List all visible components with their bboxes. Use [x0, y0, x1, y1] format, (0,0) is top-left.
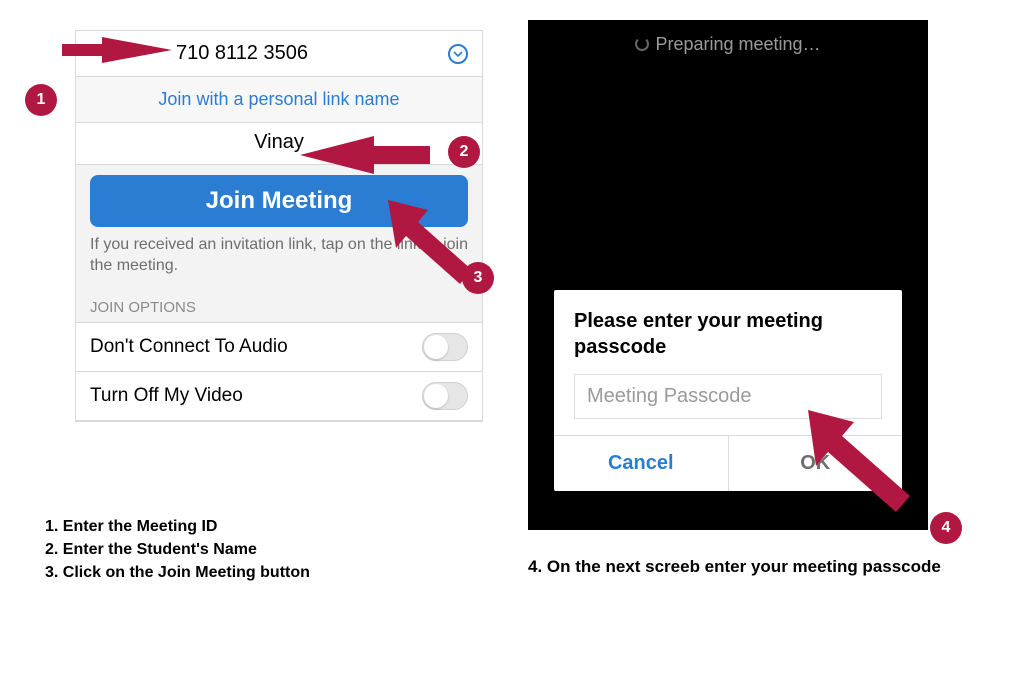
badge-1: 1: [25, 84, 57, 116]
meeting-id-input[interactable]: 710 8112 3506: [176, 42, 448, 65]
arrow-1-icon: [62, 30, 172, 70]
badge-2: 2: [448, 136, 480, 168]
option-audio-label: Don't Connect To Audio: [90, 336, 288, 358]
toggle-video[interactable]: [422, 382, 468, 410]
preparing-text: Preparing meeting…: [655, 34, 820, 54]
badge-3: 3: [462, 262, 494, 294]
option-video-row: Turn Off My Video: [76, 371, 482, 421]
instructions-left: 1. Enter the Meeting ID 2. Enter the Stu…: [45, 515, 310, 585]
chevron-down-icon[interactable]: [448, 44, 468, 64]
preparing-status: Preparing meeting…: [528, 20, 928, 55]
arrow-4-icon: [808, 410, 918, 520]
option-video-label: Turn Off My Video: [90, 385, 243, 407]
toggle-audio[interactable]: [422, 333, 468, 361]
join-options-header: JOIN OPTIONS: [76, 289, 482, 322]
instruction-2: 2. Enter the Student's Name: [45, 538, 310, 561]
arrow-2-icon: [300, 130, 430, 180]
option-audio-row: Don't Connect To Audio: [76, 322, 482, 371]
instruction-4: 4. On the next screeb enter your meeting…: [528, 555, 941, 579]
instructions-right: 4. On the next screeb enter your meeting…: [528, 555, 941, 579]
instruction-1: 1. Enter the Meeting ID: [45, 515, 310, 538]
spinner-icon: [635, 37, 649, 51]
cancel-button[interactable]: Cancel: [554, 436, 729, 491]
badge-4: 4: [930, 512, 962, 544]
passcode-modal-title: Please enter your meeting passcode: [554, 290, 902, 374]
personal-link[interactable]: Join with a personal link name: [76, 77, 482, 123]
instruction-3: 3. Click on the Join Meeting button: [45, 561, 310, 584]
